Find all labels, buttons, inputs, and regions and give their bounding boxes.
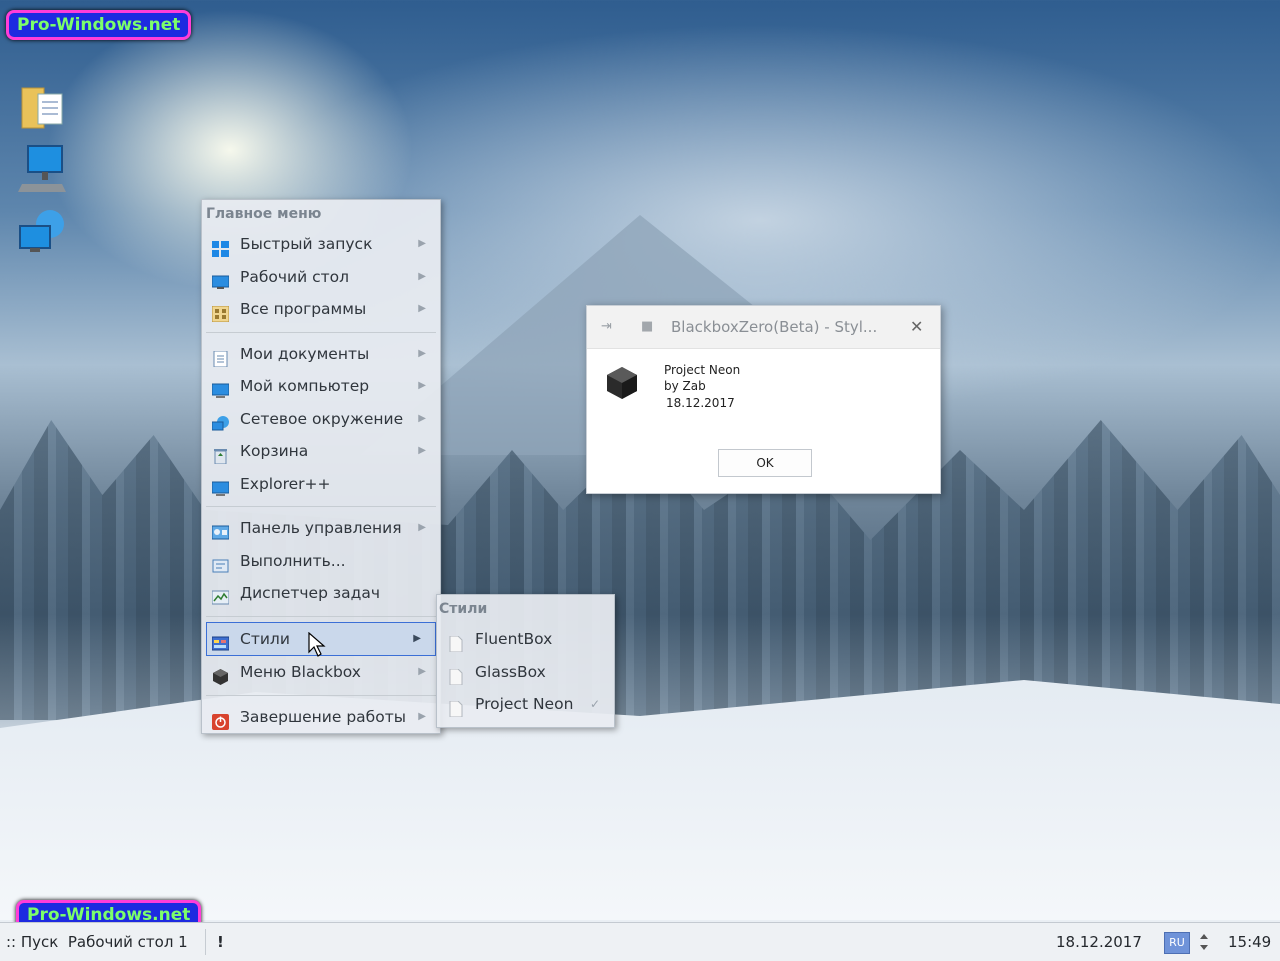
menu-item-control-panel[interactable]: Панель управления ▶ [202,512,440,545]
submenu-arrow-icon: ▶ [418,347,426,359]
ok-button[interactable]: OK [718,449,812,477]
menu-item-network[interactable]: Сетевое окружение ▶ [202,403,440,436]
menu-item-label: Все программы [240,300,367,318]
file-icon [447,631,464,653]
menu-item-label: Explorer++ [240,474,331,493]
submenu-arrow-icon: ▶ [413,632,421,644]
programs-icon [211,301,230,323]
menu-item-explorer-plus[interactable]: Explorer++ [202,468,440,501]
style-info-dialog: ⇥ ■ BlackboxZero(Beta) - Styl... ✕ Proje… [586,305,941,494]
menu-item-label: Мой компьютер [240,377,370,395]
documents-icon [212,346,229,367]
my-computer-icon[interactable] [18,144,66,192]
menu-item-label: Меню Blackbox [240,663,361,681]
submenu-arrow-icon: ▶ [418,522,426,533]
submenu-arrow-icon: ▶ [418,270,426,282]
menu-item-desktop[interactable]: Рабочий стол ▶ [202,261,440,294]
menu-item-label: Сетевое окружение [240,409,404,428]
style-name-text: Project Neon [664,363,741,377]
menu-item-label: Корзина [240,442,309,460]
menu-item-label: Стили [240,629,290,648]
menu-item-task-manager[interactable]: Диспетчер задач [202,577,440,610]
menu-item-my-computer[interactable]: Мой компьютер ▶ [202,370,440,403]
task-manager-icon [211,585,230,605]
computer-icon [211,378,230,398]
styles-submenu-title: Стили [439,601,488,617]
dialog-title-bar[interactable]: ⇥ ■ BlackboxZero(Beta) - Styl... ✕ [587,306,940,349]
tray-alert-icon[interactable]: ! [217,923,224,961]
network-icon[interactable] [18,208,64,252]
style-item-glassbox[interactable]: GlassBox [437,656,614,689]
taskbar: :: Пуск Рабочий стол 1 ! 18.12.2017 RU 1… [0,922,1280,961]
blackbox-cube-icon [605,366,639,400]
menu-item-all-programs[interactable]: Все программы ▶ [202,293,440,326]
submenu-arrow-icon: ▶ [418,666,426,677]
pin-icon[interactable]: ⇥ [601,306,612,348]
submenu-arrow-icon: ▶ [418,412,426,424]
menu-item-label: Выполнить... [240,551,346,570]
window-menu-icon[interactable]: ■ [641,306,653,348]
menu-item-label: Панель управления [240,519,402,537]
menu-separator [206,506,436,507]
background-snow [0,680,1280,920]
blackbox-cube-icon [212,664,229,685]
folder-documents-icon[interactable] [20,84,64,129]
menu-item-label: Диспетчер задач [240,584,380,602]
menu-item-label: Мои документы [240,344,370,363]
dialog-title: BlackboxZero(Beta) - Styl... [671,318,878,336]
menu-item-recycle-bin[interactable]: Корзина ▶ [202,435,440,468]
menu-item-blackbox-menu[interactable]: Меню Blackbox ▶ [202,656,440,689]
main-menu-title: Главное меню [206,206,322,222]
file-icon [447,696,464,718]
menu-item-label: Рабочий стол [240,267,350,286]
style-item-label: GlassBox [475,662,546,681]
windows-logo-icon [212,236,229,257]
styles-submenu: Стили FluentBox GlassBox Project Neon ✓ [436,594,615,728]
menu-item-quick-launch[interactable]: Быстрый запуск ▶ [202,228,440,261]
menu-item-run[interactable]: Выполнить... [202,545,440,578]
submenu-arrow-icon: ▶ [418,380,426,391]
volume-spinner-icon[interactable] [1199,931,1209,953]
watermark-top: Pro-Windows.net [6,10,192,40]
submenu-arrow-icon: ▶ [418,238,426,249]
shutdown-icon [212,709,229,730]
submenu-arrow-icon: ▶ [418,303,426,314]
mouse-cursor-icon [308,631,326,658]
menu-item-shutdown[interactable]: Завершение работы ▶ [202,701,440,734]
menu-item-label: Быстрый запуск [240,235,373,253]
submenu-arrow-icon: ▶ [418,710,426,722]
style-date-text: 18.12.2017 [666,396,735,410]
menu-separator [206,694,436,696]
recycle-bin-icon [212,443,229,465]
menu-item-my-documents[interactable]: Мои документы ▶ [202,338,440,371]
run-icon [212,553,229,572]
explorer-icon [211,476,230,496]
language-indicator[interactable]: RU [1164,932,1190,954]
taskbar-date[interactable]: 18.12.2017 [1056,923,1142,961]
file-icon [447,664,464,685]
desktop-icon [211,269,230,289]
menu-separator [206,615,436,617]
taskbar-clock[interactable]: 15:49 [1228,923,1271,961]
control-panel-icon [211,520,230,540]
network-icon [211,411,229,430]
checkmark-icon: ✓ [589,697,600,711]
style-author-text: by Zab [664,379,706,393]
styles-icon [211,631,230,650]
start-and-workspace-label[interactable]: :: Пуск Рабочий стол 1 [6,923,188,961]
style-item-project-neon[interactable]: Project Neon ✓ [437,688,614,721]
taskbar-separator [205,929,206,955]
submenu-arrow-icon: ▶ [418,445,426,456]
style-item-fluentbox[interactable]: FluentBox [437,623,614,656]
style-item-label: Project Neon [475,695,574,713]
close-icon[interactable]: ✕ [910,306,923,348]
menu-item-label: Завершение работы [240,707,406,726]
style-item-label: FluentBox [475,630,553,648]
menu-separator [206,331,436,333]
